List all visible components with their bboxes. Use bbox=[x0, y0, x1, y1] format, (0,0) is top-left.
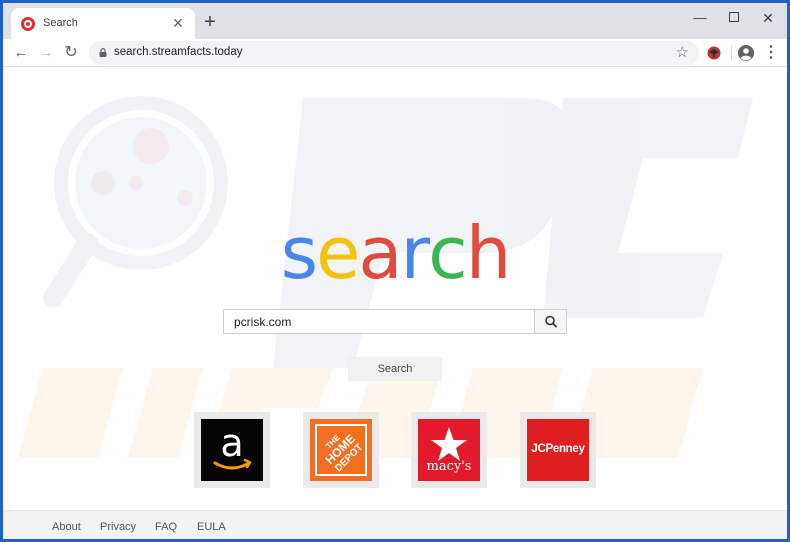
logo-letter: c bbox=[428, 211, 468, 295]
search-button[interactable]: Search bbox=[348, 357, 442, 381]
search-icon bbox=[545, 315, 557, 328]
footer-link-about[interactable]: About bbox=[52, 521, 81, 533]
new-tab-button[interactable]: + bbox=[199, 12, 221, 34]
bookmark-star-icon[interactable]: ☆ bbox=[676, 43, 689, 61]
search-logo: search bbox=[3, 213, 787, 293]
search-submit-button[interactable] bbox=[534, 310, 566, 333]
profile-icon[interactable] bbox=[737, 44, 755, 62]
macys-wordmark: macy's bbox=[426, 459, 472, 474]
maximize-button[interactable] bbox=[719, 7, 749, 29]
logo-letter: h bbox=[465, 211, 512, 295]
tab-title: Search bbox=[43, 17, 78, 29]
logo-letter: a bbox=[358, 211, 402, 295]
macys-logo-icon: macy's bbox=[418, 419, 480, 481]
footer-link-privacy[interactable]: Privacy bbox=[100, 521, 136, 533]
toolbar-separator bbox=[731, 46, 732, 60]
browser-toolbar: ← → ↻ search.streamfacts.today ☆ ⋮ bbox=[3, 39, 787, 67]
browser-window: Search ✕ + — ✕ ← → ↻ search.streamfacts.… bbox=[0, 0, 790, 542]
footer-link-eula[interactable]: EULA bbox=[197, 521, 226, 533]
extension-icon[interactable] bbox=[705, 44, 723, 62]
back-button[interactable]: ← bbox=[9, 41, 33, 65]
forward-button[interactable]: → bbox=[34, 41, 58, 65]
reload-button[interactable]: ↻ bbox=[59, 41, 83, 65]
shortcut-macys[interactable]: macy's bbox=[411, 412, 487, 488]
search-bar bbox=[223, 309, 567, 334]
menu-icon[interactable]: ⋮ bbox=[763, 42, 779, 64]
home-depot-logo-icon: THE HOME DEPOT bbox=[310, 419, 372, 481]
logo-letter: e bbox=[316, 211, 360, 295]
close-window-button[interactable]: ✕ bbox=[753, 7, 783, 29]
search-input[interactable] bbox=[224, 310, 534, 333]
maximize-icon bbox=[729, 12, 739, 22]
url-text: search.streamfacts.today bbox=[114, 46, 243, 58]
address-bar[interactable]: search.streamfacts.today ☆ bbox=[89, 41, 699, 65]
favicon-icon bbox=[21, 17, 35, 31]
footer-link-faq[interactable]: FAQ bbox=[155, 521, 177, 533]
shortcut-home-depot[interactable]: THE HOME DEPOT bbox=[303, 412, 379, 488]
page-content: search Search a bbox=[3, 68, 787, 510]
logo-letter: s bbox=[280, 211, 318, 295]
logo-letter: r bbox=[400, 211, 431, 295]
jcpenney-logo-icon: JCPenney bbox=[527, 419, 589, 481]
minimize-button[interactable]: — bbox=[685, 7, 715, 29]
tab-strip: Search ✕ + — ✕ bbox=[3, 3, 787, 39]
amazon-logo-icon: a bbox=[201, 419, 263, 481]
tab-search[interactable]: Search ✕ bbox=[11, 8, 195, 39]
shortcut-jcpenney[interactable]: JCPenney bbox=[520, 412, 596, 488]
amazon-smile-icon bbox=[213, 458, 252, 470]
page-footer: About Privacy FAQ EULA bbox=[3, 510, 787, 539]
shortcut-amazon[interactable]: a bbox=[194, 412, 270, 488]
home-depot-emblem: THE HOME DEPOT bbox=[315, 424, 367, 476]
jcpenney-wordmark: JCPenney bbox=[531, 443, 585, 455]
lock-icon bbox=[99, 48, 107, 57]
close-tab-icon[interactable]: ✕ bbox=[169, 14, 187, 32]
